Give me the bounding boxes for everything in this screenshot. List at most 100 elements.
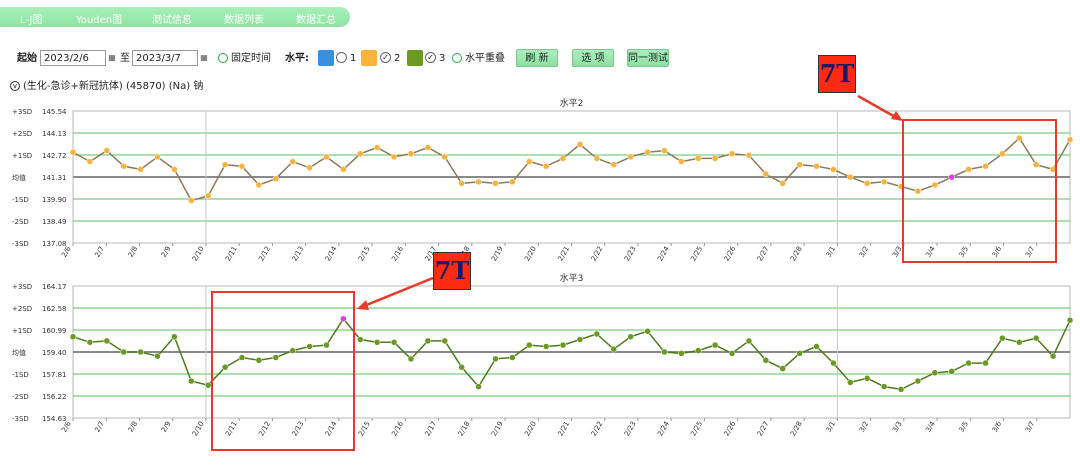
data-point [255, 357, 263, 364]
data-point [948, 368, 955, 375]
data-point [103, 147, 111, 154]
x-tick-label: 2/22 [590, 245, 605, 263]
data-point [762, 357, 770, 364]
y-tick-label: 145.54 [42, 108, 67, 116]
y-tick-label: 162.58 [42, 305, 67, 313]
data-point [880, 178, 888, 186]
x-tick-label: 2/24 [656, 420, 671, 438]
data-point [610, 345, 617, 353]
sd-label: -2SD [12, 393, 29, 401]
lj-charts: 水平2 +3SD 145.54 +2SD 144.13 +1SD 142.72 均值 141.3… [12, 94, 1074, 451]
data-point [103, 337, 111, 345]
data-point [965, 359, 972, 367]
x-tick-label: 2/27 [756, 245, 771, 263]
x-tick-label: 2/25 [689, 420, 704, 438]
y-tick-label: 144.13 [42, 130, 67, 138]
data-point [1066, 136, 1074, 143]
sd-label: 均值 [12, 173, 26, 182]
data-point [897, 386, 905, 393]
data-point [306, 343, 313, 350]
lj-chart-2: 水平2 +3SD 145.54 +2SD 144.13 +1SD 142.72 均值 141.3… [12, 97, 1074, 263]
y-tick-label: 137.08 [42, 240, 67, 248]
x-tick-label: 2/12 [257, 420, 272, 438]
y-tick-label: 154.63 [42, 415, 67, 423]
data-point [779, 365, 786, 372]
data-point [999, 334, 1006, 342]
x-tick-label: 2/19 [490, 245, 505, 263]
sd-label: -3SD [12, 415, 29, 423]
sd-label: +2SD [12, 305, 32, 313]
y-tick-label: 142.72 [42, 152, 67, 160]
x-tick-label: 2/13 [291, 245, 306, 263]
data-point [204, 192, 212, 200]
x-tick-label: 3/7 [1024, 245, 1037, 259]
sd-label: -1SD [12, 371, 29, 379]
x-tick-label: 3/4 [924, 245, 937, 259]
data-point [813, 343, 820, 350]
y-tick-label: 139.90 [42, 196, 67, 204]
data-point [576, 141, 584, 148]
x-tick-label: 2/28 [789, 420, 804, 438]
data-point [171, 166, 178, 173]
data-point [272, 175, 280, 182]
data-point [357, 150, 364, 158]
x-tick-label: 3/5 [957, 245, 970, 259]
sd-label: -1SD [12, 196, 29, 204]
y-tick-label: 159.40 [42, 349, 67, 357]
data-point [323, 341, 330, 349]
data-point [1016, 339, 1023, 346]
data-point [86, 158, 94, 165]
data-point [847, 379, 854, 386]
data-point [492, 355, 499, 363]
data-point [627, 153, 634, 161]
x-tick-label: 2/15 [357, 245, 372, 263]
x-tick-label: 3/2 [858, 420, 871, 434]
data-point [255, 181, 263, 189]
data-point [306, 164, 313, 172]
x-tick-label: 2/26 [723, 245, 738, 263]
data-point [542, 343, 550, 350]
data-point [610, 161, 617, 168]
data-point [390, 339, 398, 346]
data-point [458, 180, 465, 187]
data-point [914, 377, 922, 385]
data-point [221, 161, 229, 168]
y-tick-label: 141.31 [42, 174, 67, 182]
data-point [779, 180, 786, 187]
annotation-badge: 7T [433, 252, 471, 290]
x-tick-label: 3/5 [957, 420, 970, 434]
data-point [863, 375, 871, 382]
data-point [526, 341, 533, 349]
data-point [238, 354, 246, 361]
x-tick-label: 2/20 [523, 245, 538, 263]
y-tick-label: 138.49 [42, 218, 67, 226]
x-tick-label: 2/8 [127, 420, 140, 434]
x-tick-label: 2/24 [656, 245, 671, 263]
data-point [661, 348, 668, 356]
x-tick-label: 3/6 [991, 420, 1004, 434]
data-point [86, 339, 94, 346]
highlighted-point [340, 315, 347, 323]
highlighted-point [948, 173, 955, 181]
data-point [914, 187, 922, 195]
data-point [796, 350, 803, 357]
data-point [272, 354, 280, 361]
x-tick-label: 2/27 [756, 420, 771, 438]
data-point [880, 383, 888, 390]
data-point [542, 162, 550, 170]
data-point [931, 369, 939, 377]
data-point [373, 339, 381, 346]
x-tick-label: 2/18 [457, 420, 472, 438]
data-point [863, 180, 871, 187]
data-point [796, 161, 803, 168]
data-point [745, 152, 753, 159]
chart-title: 水平2 [560, 97, 584, 109]
data-point [694, 155, 702, 162]
data-point [627, 333, 634, 341]
sd-label: +3SD [12, 108, 32, 116]
x-tick-label: 2/11 [224, 420, 239, 438]
data-point [120, 162, 127, 170]
data-point [424, 144, 432, 151]
y-tick-label: 164.17 [42, 283, 67, 291]
x-tick-label: 2/9 [160, 420, 173, 434]
